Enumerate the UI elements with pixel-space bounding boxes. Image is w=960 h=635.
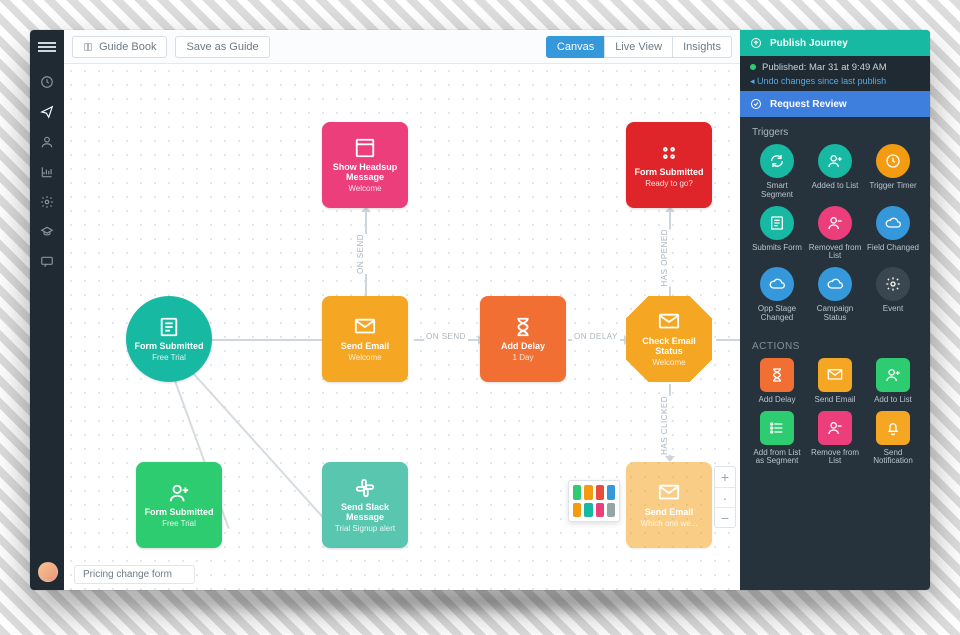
status-dot-icon (750, 64, 756, 70)
clock-icon (876, 144, 910, 178)
edge-label-hasclicked: HAS CLICKED (658, 396, 671, 455)
form-icon (760, 206, 794, 240)
node-check-email-status[interactable]: Check Email Status Welcome (626, 296, 712, 382)
node-send-email[interactable]: Send Email Welcome (322, 296, 408, 382)
triggers-palette: Smart SegmentAdded to ListTrigger Timer S… (740, 144, 930, 331)
tab-insights[interactable]: Insights (672, 36, 732, 58)
node-send-slack[interactable]: Send Slack Message Trial Signup alert (322, 462, 408, 548)
refresh-icon (760, 144, 794, 178)
user-plus-icon (876, 358, 910, 392)
save-guide-button[interactable]: Save as Guide (175, 36, 269, 58)
palette-removed-list[interactable]: Removed from List (808, 206, 862, 262)
zoom-out-button[interactable]: − (715, 507, 735, 527)
palette-opp-stage[interactable]: Opp Stage Changed (750, 267, 804, 323)
template-picker-popover[interactable] (568, 480, 620, 522)
request-review-button[interactable]: Request Review (740, 91, 930, 117)
zoom-reset-button[interactable]: · (715, 487, 735, 507)
node-send-email-ghost[interactable]: Send Email Which one we... (626, 462, 712, 548)
guide-book-button[interactable]: Guide Book (72, 36, 167, 58)
journey-canvas[interactable]: ON SEND ON DELAY ON SEND HAS OPENED HAS … (64, 64, 740, 590)
node-add-delay[interactable]: Add Delay 1 Day (480, 296, 566, 382)
cloud-icon (760, 267, 794, 301)
edge-label-hasopened: HAS OPENED (658, 229, 671, 286)
nav-chat-icon[interactable] (39, 254, 55, 270)
nav-send-icon[interactable] (39, 104, 55, 120)
palette-smart-segment[interactable]: Smart Segment (750, 144, 804, 200)
save-guide-label: Save as Guide (186, 41, 258, 53)
nav-user-icon[interactable] (39, 134, 55, 150)
user-minus-icon (818, 411, 852, 445)
user-minus-icon (818, 206, 852, 240)
palette-remove[interactable]: Remove from List (808, 411, 862, 467)
edge-check-to-right (716, 339, 740, 341)
node-start[interactable]: Form Submitted Free Trial (126, 296, 212, 382)
cloud-icon (818, 267, 852, 301)
palette-send-notif[interactable]: Send Notification (866, 411, 920, 467)
cloud-icon (876, 206, 910, 240)
node-form-submitted-top[interactable]: Form Submitted Ready to go? (626, 122, 712, 208)
app-window: Guide Book Save as Guide Canvas Live Vie… (30, 30, 930, 590)
nav-gear-icon[interactable] (39, 194, 55, 210)
zoom-in-button[interactable]: + (715, 467, 735, 487)
palette-add-delay[interactable]: Add Delay (750, 358, 804, 405)
list-icon (760, 411, 794, 445)
palette-send-email[interactable]: Send Email (808, 358, 862, 405)
bell-icon (876, 411, 910, 445)
user-plus-icon (818, 144, 852, 178)
actions-palette: Add DelaySend EmailAdd to List Add from L… (740, 358, 930, 474)
palette-event[interactable]: Event (866, 267, 920, 323)
nav-rail (30, 30, 64, 590)
toolbar: Guide Book Save as Guide Canvas Live Vie… (64, 30, 740, 64)
palette-addfrom[interactable]: Add from List as Segment (750, 411, 804, 467)
publish-journey-button[interactable]: Publish Journey (740, 30, 930, 56)
user-plus-icon (168, 482, 190, 504)
palette-camp-status[interactable]: Campaign Status (808, 267, 862, 323)
nav-chart-icon[interactable] (39, 164, 55, 180)
gear-icon (876, 267, 910, 301)
palette-added-list[interactable]: Added to List (808, 144, 862, 200)
undo-publish-link[interactable]: Undo changes since last publish (750, 76, 920, 87)
triggers-heading: Triggers (740, 117, 930, 144)
slack-icon (354, 477, 376, 499)
form-icon (158, 316, 180, 338)
nav-clock-icon[interactable] (39, 74, 55, 90)
journey-name-field[interactable]: Pricing change form (74, 565, 195, 584)
node-form-submitted-bottom[interactable]: Form Submitted Free Trial (136, 462, 222, 548)
actions-heading: ACTIONS (740, 331, 930, 358)
palette-trigger-timer[interactable]: Trigger Timer (866, 144, 920, 200)
window-icon (354, 137, 376, 159)
mail-icon (818, 358, 852, 392)
tab-live-view[interactable]: Live View (604, 36, 673, 58)
tab-canvas[interactable]: Canvas (546, 36, 605, 58)
edge-label-onsend-1: ON SEND (354, 234, 367, 274)
edge-label-ondelay: ON DELAY (572, 332, 620, 341)
guide-book-label: Guide Book (99, 41, 156, 53)
nav-academy-icon[interactable] (39, 224, 55, 240)
hourglass-icon (760, 358, 794, 392)
view-tabs: Canvas Live View Insights (547, 36, 732, 58)
palette-add-list[interactable]: Add to List (866, 358, 920, 405)
edge-label-onsend-2: ON SEND (424, 332, 468, 341)
grip-icon (658, 142, 680, 164)
mail-icon (354, 316, 376, 338)
node-headsup-message[interactable]: Show Headsup Message Welcome (322, 122, 408, 208)
mail-icon (658, 311, 680, 333)
app-logo (38, 40, 56, 52)
hourglass-icon (512, 316, 534, 338)
user-avatar[interactable] (38, 562, 58, 582)
mail-icon (658, 482, 680, 504)
palette-submits-form[interactable]: Submits Form (750, 206, 804, 262)
palette-field-changed[interactable]: Field Changed (866, 206, 920, 262)
edge-start-to-email (210, 339, 322, 341)
side-panel: Publish Journey Published: Mar 31 at 9:4… (740, 30, 930, 590)
zoom-control: + · − (714, 466, 736, 528)
publish-status: Published: Mar 31 at 9:49 AM Undo change… (740, 56, 930, 91)
